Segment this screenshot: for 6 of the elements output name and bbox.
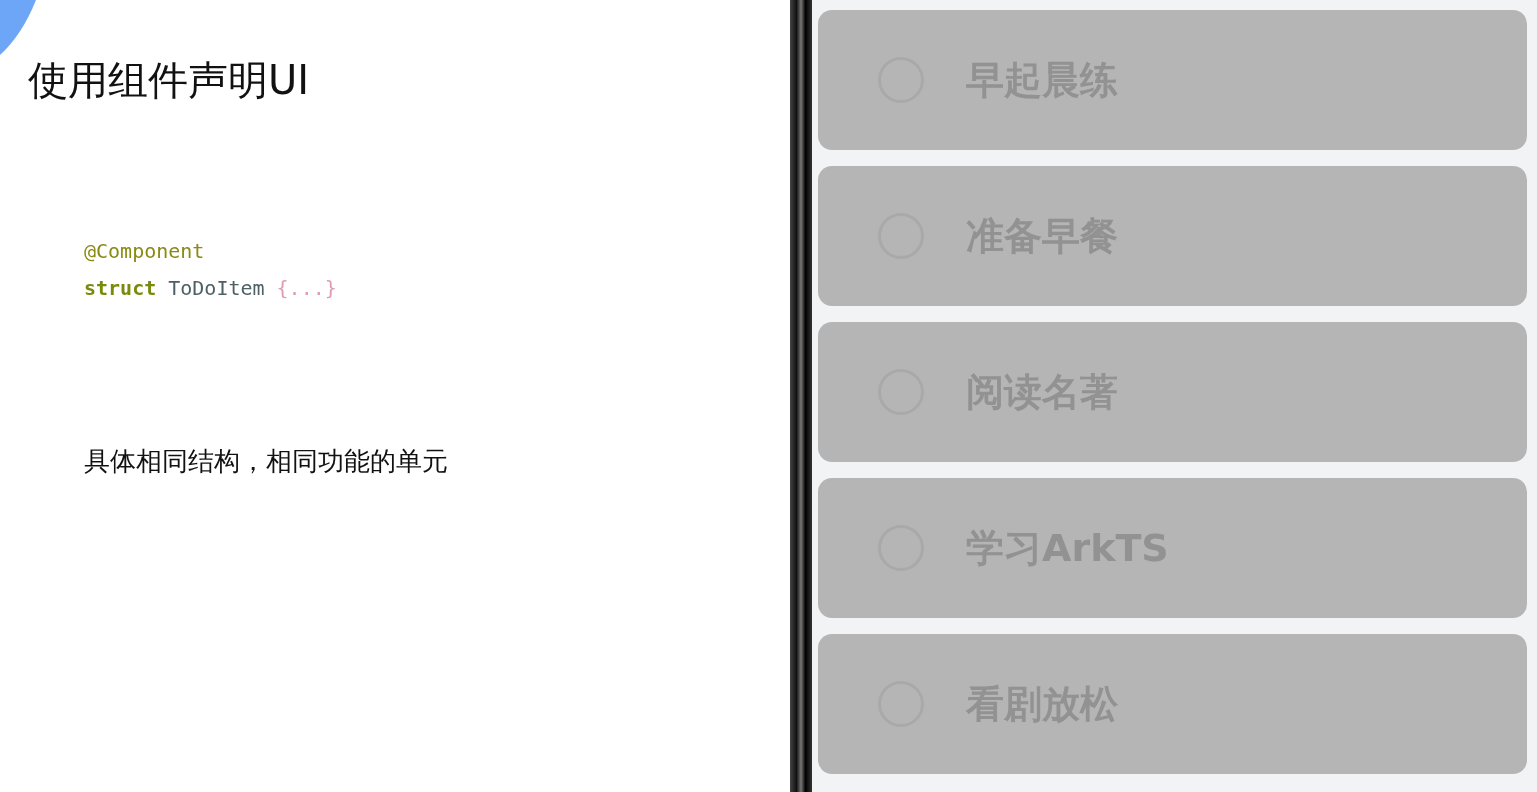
code-token: @Component	[84, 238, 205, 263]
code-token: {...}	[276, 275, 337, 300]
code-token: struct	[84, 275, 157, 300]
code-token: ToDoItem	[168, 275, 265, 300]
caption-text: 具体相同结构，相同功能的单元	[84, 445, 449, 478]
slide-title: 使用组件声明UI	[28, 56, 311, 104]
